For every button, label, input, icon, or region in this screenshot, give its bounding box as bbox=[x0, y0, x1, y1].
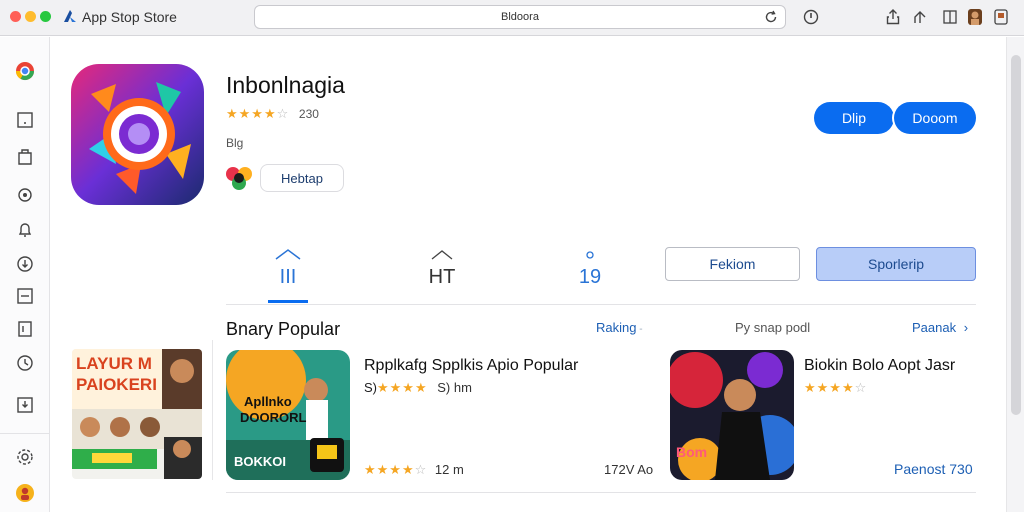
clock-icon[interactable] bbox=[15, 353, 35, 373]
stat-item-2[interactable]: HT bbox=[420, 247, 464, 288]
card-1-meta-value: 12 m bbox=[434, 462, 464, 477]
card-1-meta-left: ★★★★☆ 12 m bbox=[364, 462, 464, 478]
minimize-window-button[interactable] bbox=[25, 11, 36, 22]
card-1-sub-prefix: S) bbox=[364, 380, 377, 395]
sidebar bbox=[0, 37, 50, 512]
section-title: Bnary Popular bbox=[226, 319, 341, 339]
side-card-line-2: PAIOKERI bbox=[76, 375, 157, 394]
address-bar[interactable]: Bldoora bbox=[254, 5, 786, 29]
card-2-title[interactable]: Biokin Bolo Aopt Jasr bbox=[804, 357, 955, 375]
app-name: Inbonlnagia bbox=[226, 72, 345, 98]
install-icon[interactable] bbox=[15, 395, 35, 415]
square-icon[interactable] bbox=[15, 110, 35, 130]
stat-label-2: HT bbox=[428, 266, 456, 288]
account-avatar-icon[interactable] bbox=[15, 483, 35, 503]
card-2-stars: ★★★★☆ bbox=[804, 380, 867, 396]
ranking-link[interactable]: Raking - bbox=[596, 320, 643, 335]
scrollbar[interactable] bbox=[1006, 37, 1024, 512]
stat-item-1[interactable]: III bbox=[268, 247, 308, 288]
profile-avatar-icon[interactable] bbox=[966, 8, 984, 26]
zoom-window-button[interactable] bbox=[40, 11, 51, 22]
section-divider bbox=[226, 304, 976, 305]
section-subtitle: Py snap podl bbox=[735, 320, 811, 335]
url-text: Bldoora bbox=[501, 11, 539, 23]
card-2-thumbnail[interactable]: Bom bbox=[670, 350, 794, 480]
card-1-sub-suffix: S) hm bbox=[437, 380, 472, 395]
gear-small-icon[interactable] bbox=[15, 185, 35, 205]
bottom-divider bbox=[226, 492, 976, 493]
app-icon bbox=[71, 64, 204, 205]
card-2-link[interactable]: Paenost 730 bbox=[894, 461, 973, 477]
title-bar: App Stop Store Bldoora bbox=[0, 0, 1024, 36]
document-icon[interactable] bbox=[15, 319, 35, 339]
card-2-star-rating: ★★★★☆ bbox=[804, 380, 868, 395]
card-1-thumb-text-2: DOORORL bbox=[240, 410, 307, 425]
stat-label-3: 19 bbox=[578, 266, 602, 288]
sidebar-toggle-icon[interactable] bbox=[941, 8, 959, 26]
chevron-right-icon: › bbox=[963, 320, 969, 335]
stat-dot-icon bbox=[586, 251, 594, 259]
see-all-label: Paanak bbox=[912, 320, 957, 335]
developer-link[interactable]: Hebtap bbox=[260, 164, 344, 192]
card-1-thumbnail[interactable]: Apllnko DOORORL BOKKOI bbox=[226, 350, 350, 480]
see-all-link[interactable]: Paanak › bbox=[912, 320, 968, 335]
bell-icon[interactable] bbox=[15, 220, 35, 240]
bag-icon[interactable] bbox=[15, 147, 35, 167]
card-1-stars: ★★★★ bbox=[377, 380, 428, 395]
stat-roof-icon bbox=[275, 249, 301, 260]
card-1-thumb-text-1: Apllnko bbox=[244, 394, 292, 409]
tabs-icon[interactable] bbox=[992, 8, 1010, 26]
vertical-divider bbox=[212, 340, 213, 480]
age-rating: Blg bbox=[226, 136, 244, 150]
download-icon[interactable] bbox=[15, 254, 35, 274]
card-1-thumb-text-3: BOKKOI bbox=[234, 454, 286, 469]
card-1-meta-right: 172V Ao bbox=[604, 462, 654, 477]
segment-button-a[interactable]: Fekiom bbox=[665, 247, 800, 281]
active-tab-underline bbox=[268, 300, 308, 303]
stat-item-3[interactable]: 19 bbox=[570, 247, 610, 288]
browser-logo-icon[interactable] bbox=[15, 61, 35, 81]
star-rating: ★★★★☆ bbox=[226, 106, 290, 121]
upload-icon[interactable] bbox=[911, 8, 929, 26]
window-title: App Stop Store bbox=[82, 9, 177, 25]
share-icon[interactable] bbox=[884, 8, 902, 26]
scroll-thumb[interactable] bbox=[1011, 55, 1021, 415]
settings-icon[interactable] bbox=[15, 447, 35, 467]
card-2-thumb-text: Bom bbox=[676, 444, 708, 460]
open-button[interactable]: Dooom bbox=[894, 102, 976, 134]
sidebar-divider bbox=[0, 433, 50, 434]
dash-icon: - bbox=[636, 324, 643, 335]
rating-row: ★★★★☆ 230 bbox=[226, 106, 319, 122]
app-store-logo-icon bbox=[64, 10, 76, 22]
info-icon[interactable] bbox=[802, 8, 820, 26]
ranking-link-label: Raking bbox=[596, 320, 637, 335]
rating-count: 230 bbox=[298, 107, 319, 121]
card-1-meta-stars: ★★★★☆ bbox=[364, 462, 428, 477]
side-card-thumbnail[interactable]: LAYUR M PAIOKERI bbox=[72, 349, 202, 479]
card-1-subtitle: S)★★★★ S) hm bbox=[364, 380, 472, 396]
get-button[interactable]: Dlip bbox=[814, 102, 894, 134]
segment-button-b[interactable]: Sporlerip bbox=[816, 247, 976, 281]
reload-icon[interactable] bbox=[763, 9, 779, 25]
stat-roof-icon bbox=[431, 250, 453, 260]
close-window-button[interactable] bbox=[10, 11, 21, 22]
developer-icon bbox=[224, 164, 254, 192]
card-icon[interactable] bbox=[15, 286, 35, 306]
stat-label-1: III bbox=[279, 266, 297, 288]
card-1-title[interactable]: Rpplkafg Spplkis Apio Popular bbox=[364, 357, 578, 375]
side-card-line-1: LAYUR M bbox=[76, 354, 152, 373]
